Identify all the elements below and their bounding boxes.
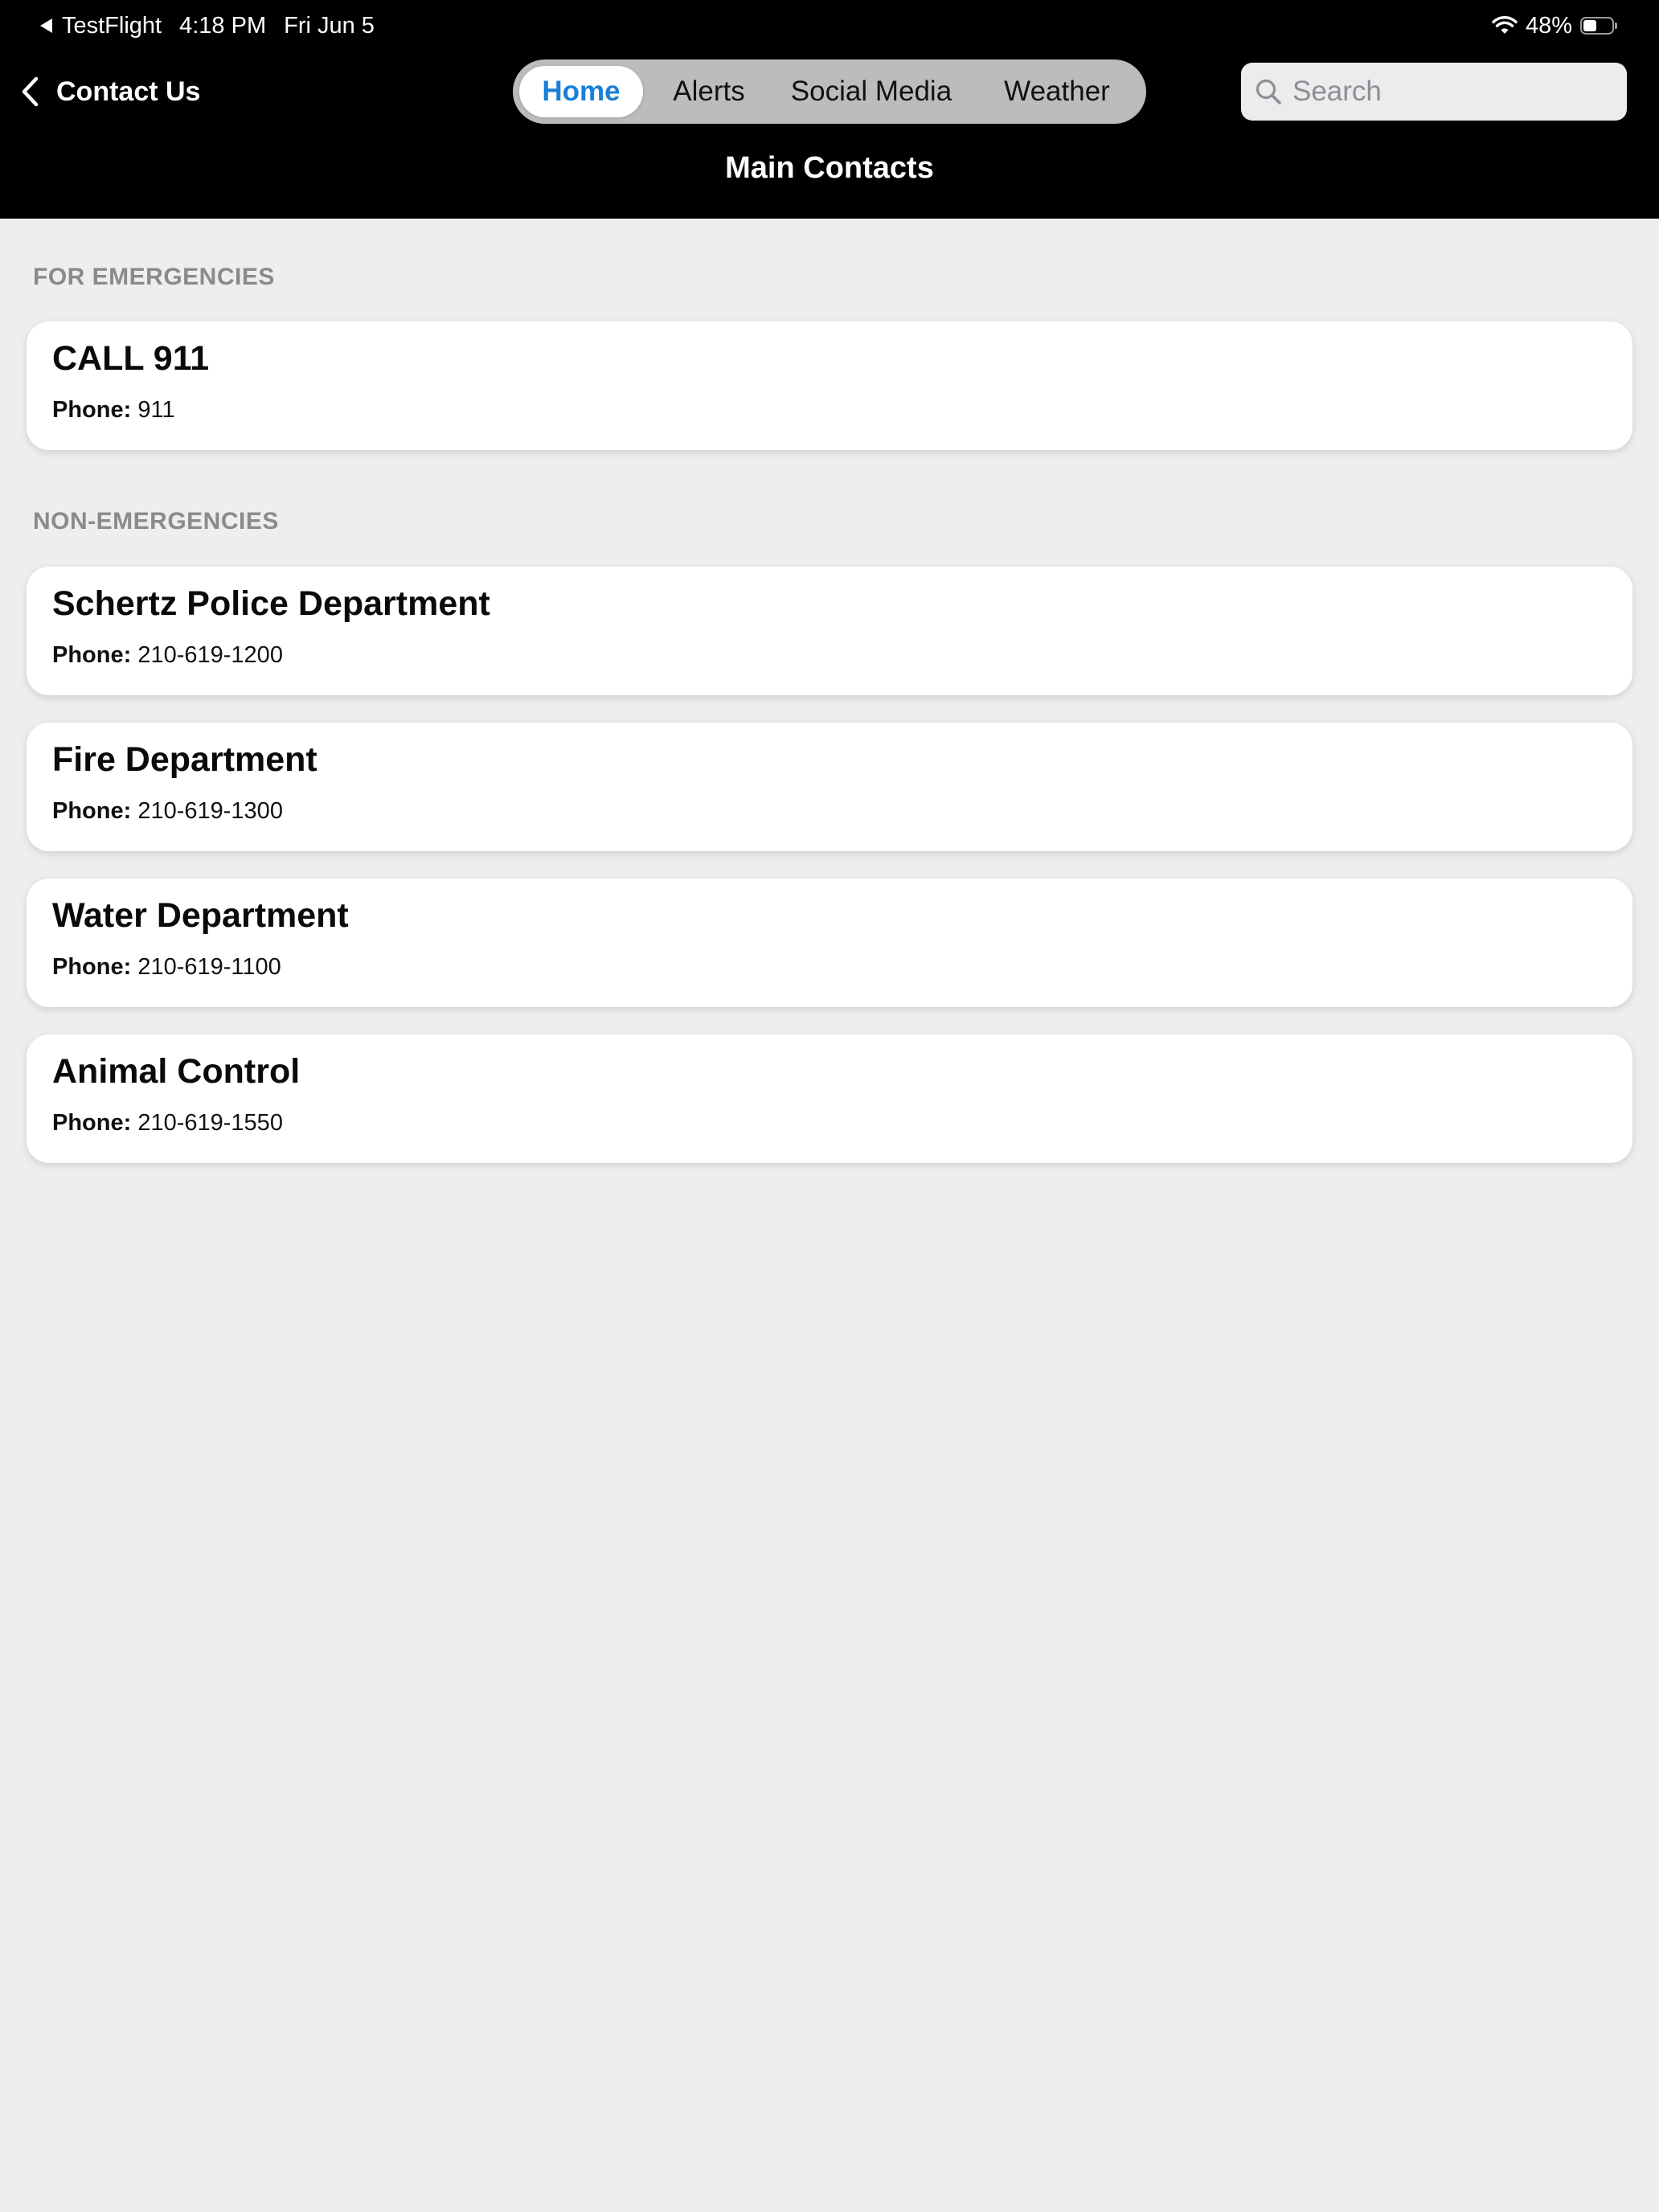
back-triangle-icon[interactable] — [40, 18, 52, 33]
contact-card-water[interactable]: Water Department Phone: 210-619-1100 — [27, 879, 1632, 1007]
phone-number[interactable]: 210-619-1200 — [137, 642, 283, 668]
contact-card-police[interactable]: Schertz Police Department Phone: 210-619… — [27, 567, 1632, 695]
back-button[interactable]: Contact Us — [19, 68, 200, 116]
status-time: 4:18 PM — [179, 12, 267, 39]
phone-number[interactable]: 210-619-1550 — [137, 1110, 283, 1136]
segmented-control: Home Alerts Social Media Weather — [513, 59, 1146, 124]
phone-number[interactable]: 911 — [137, 397, 174, 423]
phone-label: Phone: — [52, 397, 132, 423]
back-button-label: Contact Us — [56, 76, 201, 107]
segment-social-media[interactable]: Social Media — [775, 66, 968, 117]
contact-name: Animal Control — [52, 1052, 301, 1091]
contact-name: Water Department — [52, 896, 349, 935]
battery-percent: 48% — [1525, 12, 1572, 39]
phone-number[interactable]: 210-619-1300 — [137, 798, 283, 824]
section-header-non-emergencies: NON-EMERGENCIES — [33, 508, 279, 535]
segment-alerts[interactable]: Alerts — [651, 66, 767, 117]
contact-name: Fire Department — [52, 740, 317, 779]
contact-name: Schertz Police Department — [52, 584, 490, 623]
segment-weather[interactable]: Weather — [974, 66, 1140, 117]
contact-phone-row: Phone: 210-619-1300 — [52, 798, 283, 825]
status-bar-left: TestFlight 4:18 PM Fri Jun 5 — [40, 10, 375, 42]
search-icon — [1256, 79, 1281, 104]
phone-label: Phone: — [52, 954, 132, 980]
contact-phone-row: Phone: 911 — [52, 397, 175, 424]
search-field[interactable] — [1241, 63, 1627, 121]
chevron-left-icon — [22, 76, 39, 107]
back-app-label[interactable]: TestFlight — [62, 13, 162, 39]
status-bar-right: 48% — [1492, 10, 1617, 42]
wifi-icon — [1492, 16, 1518, 34]
contact-card-call-911[interactable]: CALL 911 Phone: 911 — [27, 322, 1632, 450]
battery-icon — [1580, 17, 1617, 35]
navigation-header: TestFlight 4:18 PM Fri Jun 5 48% Contact… — [0, 0, 1659, 219]
page-title: Main Contacts — [725, 151, 934, 185]
phone-number[interactable]: 210-619-1100 — [137, 954, 281, 980]
phone-label: Phone: — [52, 1110, 132, 1136]
phone-label: Phone: — [52, 798, 132, 824]
contact-phone-row: Phone: 210-619-1200 — [52, 642, 283, 669]
phone-label: Phone: — [52, 642, 132, 668]
segment-home[interactable]: Home — [519, 66, 643, 117]
section-header-emergencies: FOR EMERGENCIES — [33, 264, 275, 290]
search-input[interactable] — [1292, 76, 1614, 108]
contact-card-fire[interactable]: Fire Department Phone: 210-619-1300 — [27, 723, 1632, 851]
contact-phone-row: Phone: 210-619-1550 — [52, 1110, 283, 1137]
contact-name: CALL 911 — [52, 339, 210, 378]
contact-card-animal-control[interactable]: Animal Control Phone: 210-619-1550 — [27, 1034, 1632, 1163]
status-date: Fri Jun 5 — [284, 12, 375, 39]
battery-level-fill — [1583, 20, 1596, 31]
contact-phone-row: Phone: 210-619-1100 — [52, 954, 281, 981]
